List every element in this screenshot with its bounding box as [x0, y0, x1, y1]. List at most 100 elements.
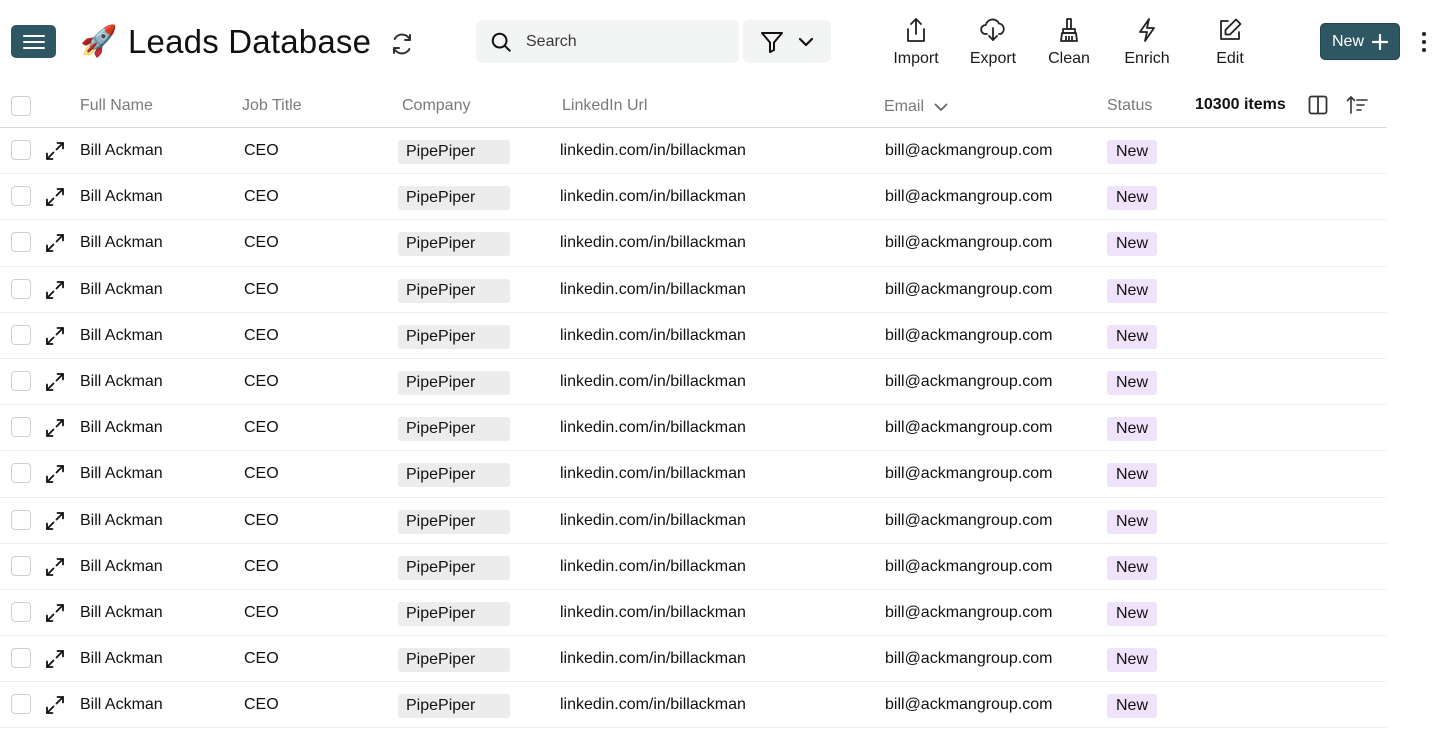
filter-control [743, 20, 831, 63]
enrich-button[interactable]: Enrich [1120, 16, 1174, 72]
cell-linkedin-url[interactable]: linkedin.com/in/billackman [560, 373, 746, 391]
column-header-linkedin-url[interactable]: LinkedIn Url [562, 97, 647, 115]
cell-full-name: Bill Ackman [80, 557, 163, 575]
expand-row-button[interactable] [45, 280, 65, 300]
cell-email[interactable]: bill@ackmangroup.com [885, 558, 1052, 576]
cell-email[interactable]: bill@ackmangroup.com [885, 604, 1052, 622]
menu-button[interactable] [11, 25, 56, 58]
new-button[interactable]: New [1320, 23, 1400, 60]
cell-email[interactable]: bill@ackmangroup.com [885, 142, 1052, 160]
table-row[interactable]: Bill Ackman CEO PipePiper linkedin.com/i… [0, 405, 1387, 452]
table-row[interactable]: Bill Ackman CEO PipePiper linkedin.com/i… [0, 128, 1387, 175]
expand-row-button[interactable] [45, 511, 65, 531]
status-badge: New [1107, 232, 1158, 257]
table-row[interactable]: Bill Ackman CEO PipePiper linkedin.com/i… [0, 267, 1387, 313]
row-checkbox[interactable] [11, 417, 31, 438]
refresh-button[interactable] [388, 30, 416, 58]
table-row[interactable]: Bill Ackman CEO PipePiper linkedin.com/i… [0, 220, 1387, 267]
row-checkbox[interactable] [11, 140, 31, 160]
expand-row-button[interactable] [45, 233, 65, 253]
row-checkbox[interactable] [11, 232, 31, 253]
cell-linkedin-url[interactable]: linkedin.com/in/billackman [560, 465, 746, 483]
columns-toggle-button[interactable] [1308, 95, 1328, 115]
expand-icon [46, 603, 64, 622]
table-row[interactable]: Bill Ackman CEO PipePiper linkedin.com/i… [0, 544, 1387, 590]
row-checkbox[interactable] [11, 555, 31, 576]
cell-linkedin-url[interactable]: linkedin.com/in/billackman [560, 419, 746, 437]
expand-row-button[interactable] [45, 418, 65, 438]
table-row[interactable]: Bill Ackman CEO PipePiper linkedin.com/i… [0, 682, 1387, 729]
row-checkbox[interactable] [11, 601, 31, 622]
expand-icon [46, 373, 64, 391]
expand-row-button[interactable] [45, 372, 65, 392]
table-row[interactable]: Bill Ackman CEO PipePiper linkedin.com/i… [0, 313, 1387, 359]
cell-linkedin-url[interactable]: linkedin.com/in/billackman [560, 512, 746, 530]
cell-email[interactable]: bill@ackmangroup.com [885, 419, 1052, 437]
expand-row-button[interactable] [45, 464, 65, 484]
column-header-full-name[interactable]: Full Name [80, 97, 153, 115]
expand-icon [46, 142, 64, 160]
column-header-email[interactable]: Email [884, 98, 948, 116]
filter-button[interactable] [760, 31, 784, 53]
sort-button[interactable] [1346, 95, 1368, 115]
row-checkbox[interactable] [11, 463, 31, 484]
cell-linkedin-url[interactable]: linkedin.com/in/billackman [560, 142, 746, 160]
column-header-company[interactable]: Company [402, 97, 470, 115]
row-checkbox[interactable] [11, 509, 31, 530]
row-checkbox[interactable] [11, 186, 31, 207]
cell-email[interactable]: bill@ackmangroup.com [885, 281, 1052, 299]
cell-linkedin-url[interactable]: linkedin.com/in/billackman [560, 696, 746, 714]
hamburger-icon [22, 34, 45, 49]
expand-icon [46, 511, 64, 530]
status-badge: New [1107, 186, 1158, 211]
cell-email[interactable]: bill@ackmangroup.com [885, 327, 1052, 345]
table-row[interactable]: Bill Ackman CEO PipePiper linkedin.com/i… [0, 174, 1387, 221]
row-checkbox[interactable] [11, 278, 31, 299]
cell-email[interactable]: bill@ackmangroup.com [885, 234, 1052, 252]
more-options-button[interactable] [1414, 28, 1434, 56]
search-input[interactable] [526, 32, 716, 51]
table-row[interactable]: Bill Ackman CEO PipePiper linkedin.com/i… [0, 498, 1387, 544]
cell-linkedin-url[interactable]: linkedin.com/in/billackman [560, 327, 746, 345]
table-row[interactable]: Bill Ackman CEO PipePiper linkedin.com/i… [0, 451, 1387, 498]
import-button[interactable]: Import [888, 16, 944, 72]
row-checkbox[interactable] [11, 370, 31, 391]
cell-job-title: CEO [244, 557, 279, 575]
cell-email[interactable]: bill@ackmangroup.com [885, 188, 1052, 206]
cell-linkedin-url[interactable]: linkedin.com/in/billackman [560, 604, 746, 622]
cell-linkedin-url[interactable]: linkedin.com/in/billackman [560, 188, 746, 206]
filter-dropdown-button[interactable] [798, 37, 814, 47]
expand-row-button[interactable] [45, 187, 65, 207]
cell-email[interactable]: bill@ackmangroup.com [885, 696, 1052, 714]
expand-row-button[interactable] [45, 603, 65, 623]
cell-job-title: CEO [244, 234, 279, 252]
cell-linkedin-url[interactable]: linkedin.com/in/billackman [560, 558, 746, 576]
edit-button[interactable]: Edit [1208, 16, 1252, 72]
cell-email[interactable]: bill@ackmangroup.com [885, 512, 1052, 530]
expand-row-button[interactable] [45, 695, 65, 715]
table-row[interactable]: Bill Ackman CEO PipePiper linkedin.com/i… [0, 359, 1387, 406]
cell-linkedin-url[interactable]: linkedin.com/in/billackman [560, 650, 746, 668]
cell-linkedin-url[interactable]: linkedin.com/in/billackman [560, 234, 746, 252]
table-row[interactable]: Bill Ackman CEO PipePiper linkedin.com/i… [0, 636, 1387, 683]
cell-email[interactable]: bill@ackmangroup.com [885, 650, 1052, 668]
expand-row-button[interactable] [45, 557, 65, 577]
clean-button[interactable]: Clean [1045, 16, 1093, 72]
expand-row-button[interactable] [45, 141, 65, 161]
expand-row-button[interactable] [45, 326, 65, 346]
search-box[interactable] [476, 20, 739, 63]
column-header-job-title[interactable]: Job Title [242, 97, 302, 115]
cell-email[interactable]: bill@ackmangroup.com [885, 465, 1052, 483]
row-checkbox[interactable] [11, 648, 31, 669]
cell-linkedin-url[interactable]: linkedin.com/in/billackman [560, 281, 746, 299]
expand-row-button[interactable] [45, 649, 65, 669]
row-checkbox[interactable] [11, 694, 31, 715]
table-row[interactable]: Bill Ackman CEO PipePiper linkedin.com/i… [0, 590, 1387, 637]
cell-company-chip: PipePiper [398, 694, 510, 719]
export-button[interactable]: Export [965, 16, 1021, 72]
select-all-checkbox[interactable] [11, 96, 31, 116]
row-checkbox[interactable] [11, 324, 31, 345]
cell-email[interactable]: bill@ackmangroup.com [885, 373, 1052, 391]
column-header-status[interactable]: Status [1107, 97, 1152, 115]
cell-full-name: Bill Ackman [80, 603, 163, 621]
